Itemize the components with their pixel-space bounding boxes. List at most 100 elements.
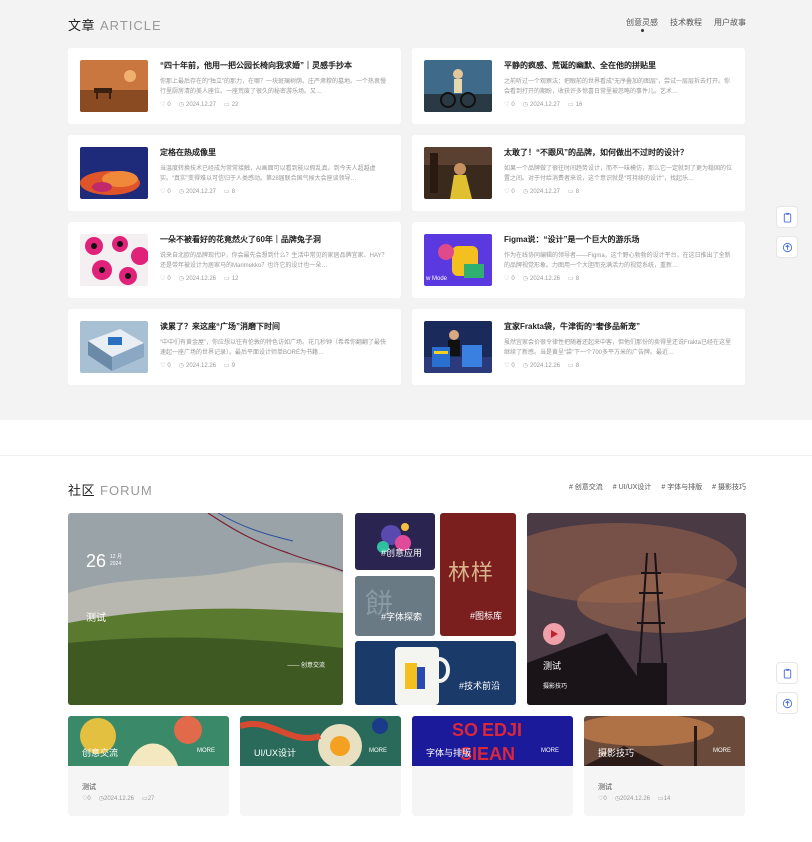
article-thumbnail[interactable]: w Mode bbox=[424, 234, 492, 286]
tile-font-explore[interactable]: 餅 #字体探索 bbox=[355, 576, 435, 636]
article-thumbnail[interactable] bbox=[424, 147, 492, 199]
article-thumbnail[interactable] bbox=[80, 321, 148, 373]
thumb-icon: ♡ bbox=[504, 189, 510, 195]
hero-image bbox=[68, 513, 343, 705]
article-title[interactable]: 读累了？来这座“广场”消磨下时间 bbox=[160, 321, 390, 332]
clipboard-button[interactable] bbox=[776, 662, 798, 684]
more-link[interactable]: MORE bbox=[713, 748, 731, 754]
article-thumbnail[interactable] bbox=[80, 234, 148, 286]
date-value: 2024.12.26 bbox=[185, 363, 217, 369]
likes-value: 0 bbox=[167, 189, 171, 195]
back-to-top-button[interactable] bbox=[776, 692, 798, 714]
category-name: 字体与排版 bbox=[426, 748, 472, 758]
latest-post-title[interactable]: 测试 bbox=[82, 782, 96, 792]
article-nav-tutorials[interactable]: 技术教程 bbox=[670, 17, 702, 28]
article-thumbnail[interactable] bbox=[424, 60, 492, 112]
article-nav: 创意灵感 技术教程 用户故事 bbox=[626, 17, 746, 32]
likes-count: ♡0 bbox=[504, 275, 515, 282]
comment-icon: ▭ bbox=[224, 276, 230, 282]
article-title-en: ARTICLE bbox=[100, 18, 162, 33]
article-card[interactable]: 平静的疯感、荒诞的幽默、全在他的拼贴里 之前听过一个观察法：把眼前的世界看成“无… bbox=[412, 48, 745, 124]
date-value: 2024.12.26 bbox=[185, 276, 217, 282]
forum-nav-photography[interactable]: # 摄影技巧 bbox=[712, 482, 746, 492]
article-title[interactable]: Figma说：“设计”是一个巨大的游乐场 bbox=[504, 234, 734, 245]
tag-tech-frontier: #技术前沿 bbox=[459, 681, 501, 691]
comments-value: 22 bbox=[231, 102, 239, 108]
article-title[interactable]: 平静的疯感、荒诞的幽默、全在他的拼贴里 bbox=[504, 60, 734, 71]
article-card[interactable]: 一朵不被看好的花竟然火了60年｜品牌兔子洞 说来自北欧的品牌现代IP，你会最先会… bbox=[68, 222, 401, 298]
article-title[interactable]: 定格在热成像里 bbox=[160, 147, 390, 158]
date-value: 2024.12.26 bbox=[103, 796, 135, 802]
hero-title[interactable]: 测试 bbox=[86, 609, 106, 624]
photo-post-title[interactable]: 测试 bbox=[543, 659, 561, 672]
article-card[interactable]: 定格在热成像里 当温度转换技术已经成为常常接触，AI画面可以看到能以假乱真。到今… bbox=[68, 135, 401, 211]
article-nav-stories[interactable]: 用户故事 bbox=[714, 17, 746, 28]
more-link[interactable]: MORE bbox=[197, 748, 215, 754]
category-card-photography[interactable]: 摄影技巧 MORE 测试 ♡0 ◷2024.12.26 ▭14 bbox=[584, 716, 745, 816]
likes-count: ♡0 bbox=[598, 795, 607, 802]
more-link[interactable]: MORE bbox=[369, 748, 387, 754]
photo-image bbox=[527, 513, 746, 705]
article-thumbnail[interactable] bbox=[80, 60, 148, 112]
forum-nav-uiux[interactable]: # UI/UX设计 bbox=[613, 482, 652, 492]
category-card-typography[interactable]: SO EDJI SIEAN 字体与排版 MORE bbox=[412, 716, 573, 816]
back-to-top-button[interactable] bbox=[776, 236, 798, 258]
category-card-uiux[interactable]: UI/UX设计 MORE bbox=[240, 716, 401, 816]
latest-post-meta: ♡0 ◷2024.12.26 ▭14 bbox=[598, 795, 670, 802]
photo-post-category: 摄影技巧 bbox=[543, 684, 568, 690]
article-card[interactable]: 宜家Frakta袋，牛津街的“奢侈品新宠” 虽然宜家会价很令律性把随着还起来中客… bbox=[412, 309, 745, 385]
tile-tech-frontier[interactable]: #技术前沿 bbox=[355, 641, 516, 705]
comment-icon: ▭ bbox=[568, 276, 574, 282]
article-title[interactable]: 宜家Frakta袋，牛津街的“奢侈品新宠” bbox=[504, 321, 734, 332]
article-excerpt: 之前听过一个观察法：把眼前的世界看成“无序叠加的图层”，尝试一层层拆去打开。你会… bbox=[504, 79, 730, 95]
tile-icon-library[interactable]: 林样 #图标库 bbox=[440, 513, 516, 636]
clock-icon: ◷ bbox=[522, 189, 528, 195]
article-meta: ♡ 0 ◷ 2024.12.27 ▭ 8 bbox=[504, 188, 579, 195]
article-header: 文章 ARTICLE 创意灵感 技术教程 用户故事 bbox=[68, 15, 746, 39]
article-card[interactable]: “四十年前，他用一把公园长椅向我求婚”｜灵感手抄本 你那上最后存在的“独立”的那… bbox=[68, 48, 401, 124]
article-title[interactable]: 太敢了！“不跟风”的品牌，如何做出不过时的设计？ bbox=[504, 147, 734, 158]
forum-photo-post[interactable]: 测试 摄影技巧 bbox=[527, 513, 746, 705]
article-card[interactable]: w Mode Figma说：“设计”是一个巨大的游乐场 作为在线协同编辑的领导者… bbox=[412, 222, 745, 298]
article-section: 文章 ARTICLE 创意灵感 技术教程 用户故事 “四十年前，他用一把公园长椅向… bbox=[0, 0, 812, 420]
date-value: 2024.12.27 bbox=[529, 102, 561, 108]
forum-title-cn: 社区 bbox=[68, 483, 96, 498]
likes-value: 0 bbox=[511, 276, 515, 282]
post-date: ◷2024.12.26 bbox=[179, 362, 216, 369]
section-divider bbox=[0, 455, 812, 456]
likes-count: ♡0 bbox=[160, 275, 171, 282]
comments-count: ▭ 16 bbox=[568, 101, 582, 108]
forum-nav-creative[interactable]: # 创意交流 bbox=[569, 482, 603, 492]
hero-month: 12 月 bbox=[110, 554, 122, 560]
article-card[interactable]: 读累了？来这座“广场”消磨下时间 “中中们有黄金屋”，你应想以往有伦敦的特色访如… bbox=[68, 309, 401, 385]
post-date: ◷2024.12.26 bbox=[523, 275, 560, 282]
article-card[interactable]: 太敢了！“不跟风”的品牌，如何做出不过时的设计？ 如果一个品牌做了很往时间趋势设… bbox=[412, 135, 745, 211]
more-link[interactable]: MORE bbox=[541, 748, 559, 754]
likes-value: 0 bbox=[167, 276, 171, 282]
article-thumbnail[interactable] bbox=[424, 321, 492, 373]
category-name: 摄影技巧 bbox=[598, 748, 635, 758]
tile-creative-apps[interactable]: #创意应用 bbox=[355, 513, 435, 570]
clock-icon: ◷ bbox=[522, 363, 528, 369]
category-card-creative[interactable]: 创意交流 MORE 测试 ♡0 ◷2024.12.26 ▭27 bbox=[68, 716, 229, 816]
floating-actions-bottom bbox=[776, 662, 798, 714]
play-button[interactable] bbox=[543, 623, 565, 645]
latest-post-title[interactable]: 测试 bbox=[598, 782, 612, 792]
article-meta: ♡ 0 ◷ 2024.12.27 ▭ 8 bbox=[160, 188, 235, 195]
article-title[interactable]: 一朵不被看好的花竟然火了60年｜品牌兔子洞 bbox=[160, 234, 390, 245]
thumb-icon: ♡ bbox=[504, 276, 510, 282]
article-meta: ♡ 0 ◷ 2024.12.26 ▭ 8 bbox=[504, 362, 579, 369]
svg-text:w Mode: w Mode bbox=[425, 276, 448, 282]
svg-text:SO: SO bbox=[452, 720, 478, 740]
forum-hero-post[interactable]: 26 12 月 2024 测试 —— 创意交流 bbox=[68, 513, 343, 705]
comments-value: 8 bbox=[575, 363, 580, 369]
article-thumbnail[interactable] bbox=[80, 147, 148, 199]
post-date: ◷ 2024.12.27 bbox=[523, 188, 560, 195]
clipboard-button[interactable] bbox=[776, 206, 798, 228]
article-nav-inspiration[interactable]: 创意灵感 bbox=[626, 17, 658, 32]
article-title[interactable]: “四十年前，他用一把公园长椅向我求婚”｜灵感手抄本 bbox=[160, 60, 390, 71]
comments-value: 14 bbox=[663, 796, 671, 802]
forum-nav-typography[interactable]: # 字体与排版 bbox=[661, 482, 702, 492]
comments-count: ▭27 bbox=[142, 795, 154, 802]
likes-value: 0 bbox=[511, 102, 515, 108]
